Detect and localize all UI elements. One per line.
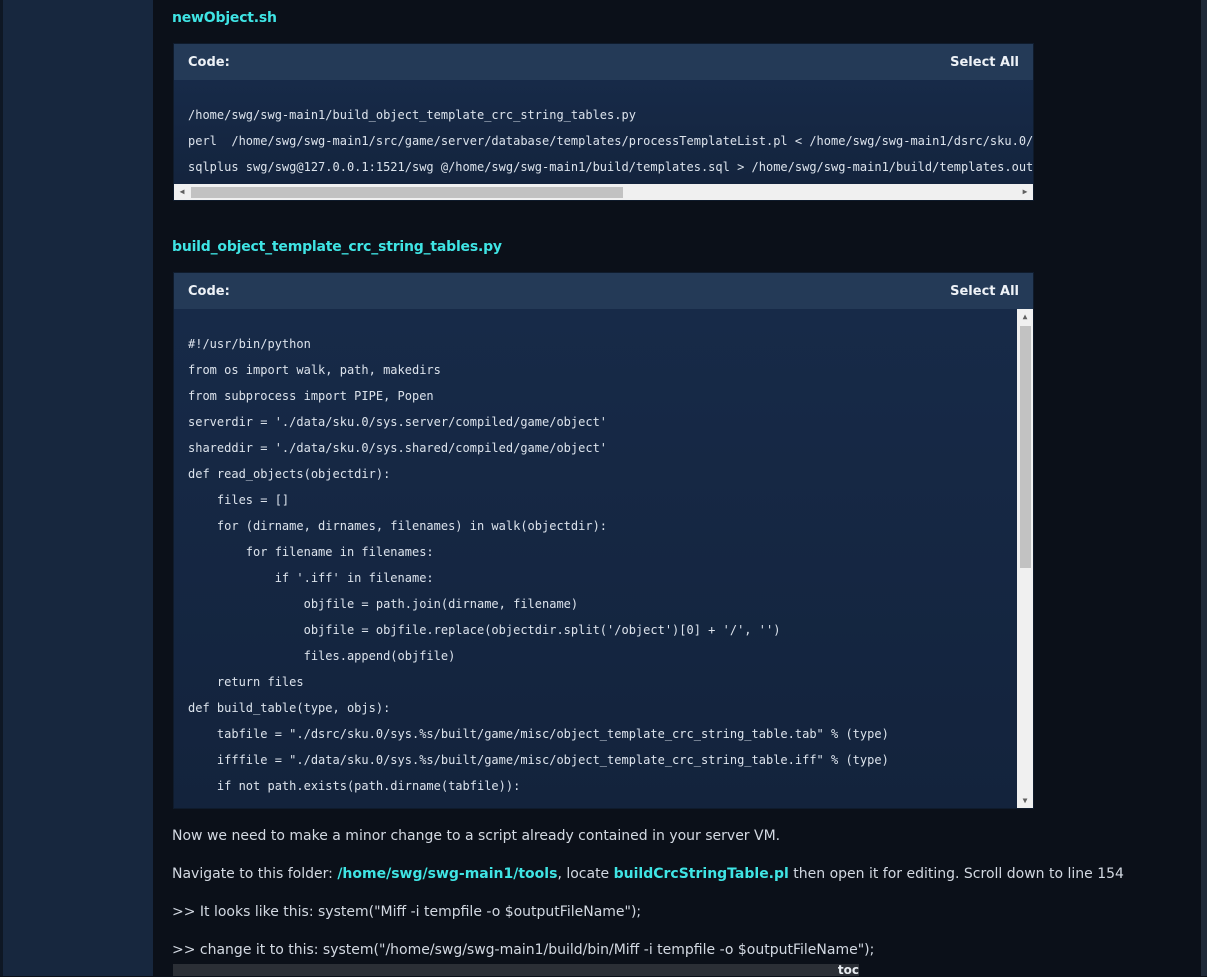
code-line: def read_objects(objectdir):	[188, 467, 391, 481]
paragraph-new-line: >> change it to this: system("/home/swg/…	[172, 942, 875, 958]
page-scrollbar[interactable]	[1201, 0, 1207, 976]
code-line: perl /home/swg/swg-main1/src/game/server…	[188, 134, 1033, 148]
code-block-header: Code: Select All	[174, 44, 1033, 80]
select-all-button[interactable]: Select All	[950, 284, 1019, 299]
code-block-header: Code: Select All	[174, 273, 1033, 309]
code-line: files.append(objfile)	[188, 649, 456, 663]
text: then open it for editing. Scroll down to…	[788, 866, 1124, 882]
code-line: /home/swg/swg-main1/build_object_templat…	[188, 108, 636, 122]
code-line: shareddir = './data/sku.0/sys.shared/com…	[188, 441, 608, 455]
code-label: Code:	[188, 54, 230, 70]
code-line: tabfile = "./dsrc/sku.0/sys.%s/built/gam…	[188, 727, 889, 741]
horizontal-scrollbar[interactable]: ◀ ▶	[174, 184, 1033, 200]
code-line: files = []	[188, 493, 290, 507]
left-sidebar	[0, 0, 154, 976]
filename-heading-build-script: build_object_template_crc_string_tables.…	[172, 239, 502, 255]
scrollbar-thumb[interactable]	[191, 187, 623, 198]
code-line: serverdir = './data/sku.0/sys.server/com…	[188, 415, 608, 429]
code-line: return files	[188, 675, 304, 689]
code-line: objfile = objfile.replace(objectdir.spli…	[188, 623, 781, 637]
code-line: #!/usr/bin/python	[188, 337, 311, 351]
code-block-build-script: Code: Select All #!/usr/bin/python from …	[173, 272, 1034, 809]
paragraph-navigate: Navigate to this folder: /home/swg/swg-m…	[172, 866, 1124, 882]
code-body[interactable]: /home/swg/swg-main1/build_object_templat…	[174, 80, 1033, 200]
code-line: sqlplus swg/swg@127.0.0.1:1521/swg @/hom…	[188, 160, 1033, 174]
folder-path: /home/swg/swg-main1/tools	[337, 866, 558, 882]
text: Navigate to this folder:	[172, 866, 338, 882]
text: , locate	[557, 866, 614, 882]
scroll-right-icon[interactable]: ▶	[1017, 184, 1033, 200]
code-line: if '.iff' in filename:	[188, 571, 434, 585]
code-line: ifffile = "./data/sku.0/sys.%s/built/gam…	[188, 753, 889, 767]
scroll-left-icon[interactable]: ◀	[174, 184, 190, 200]
code-line: def build_table(type, objs):	[188, 701, 391, 715]
scroll-down-icon[interactable]: ▼	[1017, 793, 1033, 808]
code-body[interactable]: #!/usr/bin/python from os import walk, p…	[174, 309, 1033, 808]
filename-heading-newobject: newObject.sh	[172, 10, 277, 26]
toc-label[interactable]: toc	[838, 963, 859, 977]
code-line: if not path.exists(path.dirname(tabfile)…	[188, 779, 521, 793]
code-line: objfile = path.join(dirname, filename)	[188, 597, 579, 611]
paragraph-intro: Now we need to make a minor change to a …	[172, 828, 781, 844]
paragraph-current-line: >> It looks like this: system("Miff -i t…	[172, 904, 642, 920]
code-label: Code:	[188, 283, 230, 299]
code-line: from os import walk, path, makedirs	[188, 363, 441, 377]
code-block-newobject: Code: Select All /home/swg/swg-main1/bui…	[173, 43, 1034, 201]
code-line: for filename in filenames:	[188, 545, 434, 559]
select-all-button[interactable]: Select All	[950, 55, 1019, 70]
code-line: from subprocess import PIPE, Popen	[188, 389, 434, 403]
next-code-block-header: toc	[173, 963, 859, 977]
scrollbar-thumb[interactable]	[1020, 326, 1031, 568]
scroll-up-icon[interactable]: ▲	[1017, 309, 1033, 325]
vertical-scrollbar[interactable]: ▲ ▼	[1017, 309, 1033, 808]
script-filename: buildCrcStringTable.pl	[613, 866, 789, 882]
code-line: for (dirname, dirnames, filenames) in wa…	[188, 519, 608, 533]
